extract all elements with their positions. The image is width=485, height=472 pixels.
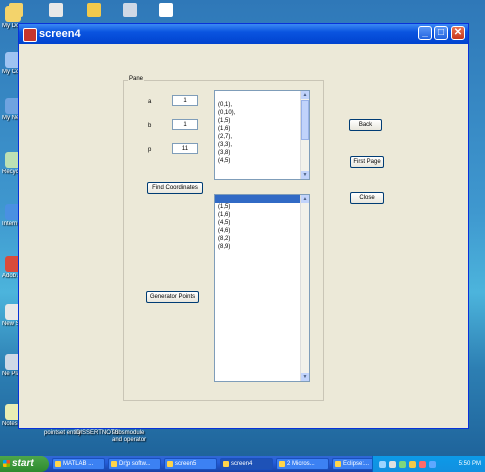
desktop-top-icon-5[interactable]	[155, 1, 177, 21]
desktop-top-icon-4[interactable]	[119, 1, 141, 21]
task-label: screen4	[231, 461, 253, 467]
window-title: screen4	[39, 28, 81, 40]
first-page-button[interactable]: First Page	[350, 156, 384, 168]
back-button[interactable]: Back	[349, 119, 382, 131]
coordinates-listbox[interactable]: (0,1), (0,10), (1,5) (1,6) (2,7), (3,3), (3,8)…	[214, 90, 310, 180]
desktop-top-icon-2[interactable]	[45, 1, 67, 21]
task-label: MATLAB ...	[63, 461, 94, 467]
taskbar-button[interactable]: 2 Micros...	[276, 458, 329, 470]
coordinate-list-item[interactable]: (0,1),	[215, 101, 309, 109]
task-app-icon	[167, 461, 173, 467]
window-client: Pane a 1 b 1 p 11 Find Coordinates Gener…	[22, 44, 465, 425]
field-a[interactable]: 1	[172, 95, 198, 106]
taskbar-button[interactable]: screen4	[220, 458, 273, 470]
minimize-button[interactable]: _	[418, 26, 432, 40]
coordinate-list-item[interactable]: (3,3),	[215, 141, 309, 149]
scroll-down-arrow-icon[interactable]: ▼	[301, 373, 309, 381]
generator-listbox[interactable]: (1,5) (1,6) (4,5) (4,6) (8,2) (8,9) ▲ ▼	[214, 194, 310, 382]
coordinates-scrollbar[interactable]: ▲ ▼	[300, 91, 309, 179]
scroll-up-arrow-icon[interactable]: ▲	[301, 195, 309, 203]
scroll-down-arrow-icon[interactable]: ▼	[301, 171, 309, 179]
desktop-label-dissertnots[interactable]: DISSERTNOTS	[76, 430, 119, 437]
find-coordinates-button[interactable]: Find Coordinates	[147, 182, 203, 194]
coordinate-list-item[interactable]: (1,6)	[215, 125, 309, 133]
tray-icon-6[interactable]	[429, 461, 436, 468]
taskbar: start MATLAB ... Dr¦p softw... screen5 scre…	[0, 456, 485, 472]
desktop-label-submodule[interactable]: subsmodule and operator	[112, 430, 152, 444]
tray-icon-1[interactable]	[379, 461, 386, 468]
tray-icon-5[interactable]	[419, 461, 426, 468]
generator-list-item[interactable]: (1,6)	[215, 211, 309, 219]
generator-list-item[interactable]	[215, 195, 309, 203]
input-panel: Pane a 1 b 1 p 11 Find Coordinates Gener…	[123, 76, 324, 401]
label-a: a	[148, 99, 152, 105]
tray-icon-3[interactable]	[399, 461, 406, 468]
generator-list-item[interactable]: (8,9)	[215, 243, 309, 251]
clock[interactable]: 5:50 PM	[459, 456, 481, 472]
generator-list-item[interactable]: (8,2)	[215, 235, 309, 243]
coordinate-list-item[interactable]: (0,10),	[215, 109, 309, 117]
title-bar[interactable]: screen4 _ □ ✕	[19, 24, 468, 44]
field-p[interactable]: 11	[172, 143, 198, 154]
generator-list-item[interactable]: (1,5)	[215, 203, 309, 211]
coordinate-list-item[interactable]: (1,5)	[215, 117, 309, 125]
task-label: Dr¦p softw...	[119, 461, 151, 467]
close-button[interactable]: Close	[350, 192, 384, 204]
coordinate-list-item[interactable]: (2,7),	[215, 133, 309, 141]
system-tray: 5:50 PM	[372, 456, 485, 472]
generator-points-button[interactable]: Generator Points	[146, 291, 199, 303]
close-window-button[interactable]: ✕	[451, 26, 465, 40]
my-documents-icon[interactable]: My Docum	[2, 6, 31, 29]
taskbar-button[interactable]: Dr¦p softw...	[108, 458, 161, 470]
task-label: Eclipse:...	[343, 461, 370, 467]
scroll-up-arrow-icon[interactable]: ▲	[301, 91, 309, 99]
task-app-icon	[335, 461, 341, 467]
maximize-button[interactable]: □	[434, 26, 448, 40]
taskbar-button[interactable]: MATLAB ...	[52, 458, 105, 470]
coordinate-list-item[interactable]: (4,5)	[215, 157, 309, 165]
java-app-icon	[23, 28, 37, 42]
start-button[interactable]: start	[0, 456, 49, 472]
task-app-icon	[111, 461, 117, 467]
generator-list-item[interactable]: (4,5)	[215, 219, 309, 227]
start-label: start	[12, 458, 34, 469]
task-label: screen5	[175, 461, 197, 467]
taskbar-button[interactable]: screen5	[164, 458, 217, 470]
task-app-icon	[55, 461, 61, 467]
panel-title: Pane	[128, 76, 145, 82]
generator-scrollbar[interactable]: ▲ ▼	[300, 195, 309, 381]
task-label: 2 Micros...	[287, 461, 315, 467]
tray-icon-2[interactable]	[389, 461, 396, 468]
task-app-icon	[223, 461, 229, 467]
task-app-icon	[279, 461, 285, 467]
label-p: p	[148, 147, 152, 153]
generator-list-item[interactable]: (4,6)	[215, 227, 309, 235]
coordinates-scroll-thumb[interactable]	[301, 100, 309, 140]
windows-flag-icon	[3, 460, 10, 467]
coordinate-list-item[interactable]: (3,8)	[215, 149, 309, 157]
desktop-top-icon-3[interactable]	[83, 1, 105, 21]
tray-icon-4[interactable]	[409, 461, 416, 468]
screen4-window: screen4 _ □ ✕ Pane a 1 b 1 p 11 Find Coo…	[18, 23, 469, 429]
label-b: b	[148, 123, 152, 129]
my-documents-glyph-icon	[5, 6, 21, 22]
field-b[interactable]: 1	[172, 119, 198, 130]
